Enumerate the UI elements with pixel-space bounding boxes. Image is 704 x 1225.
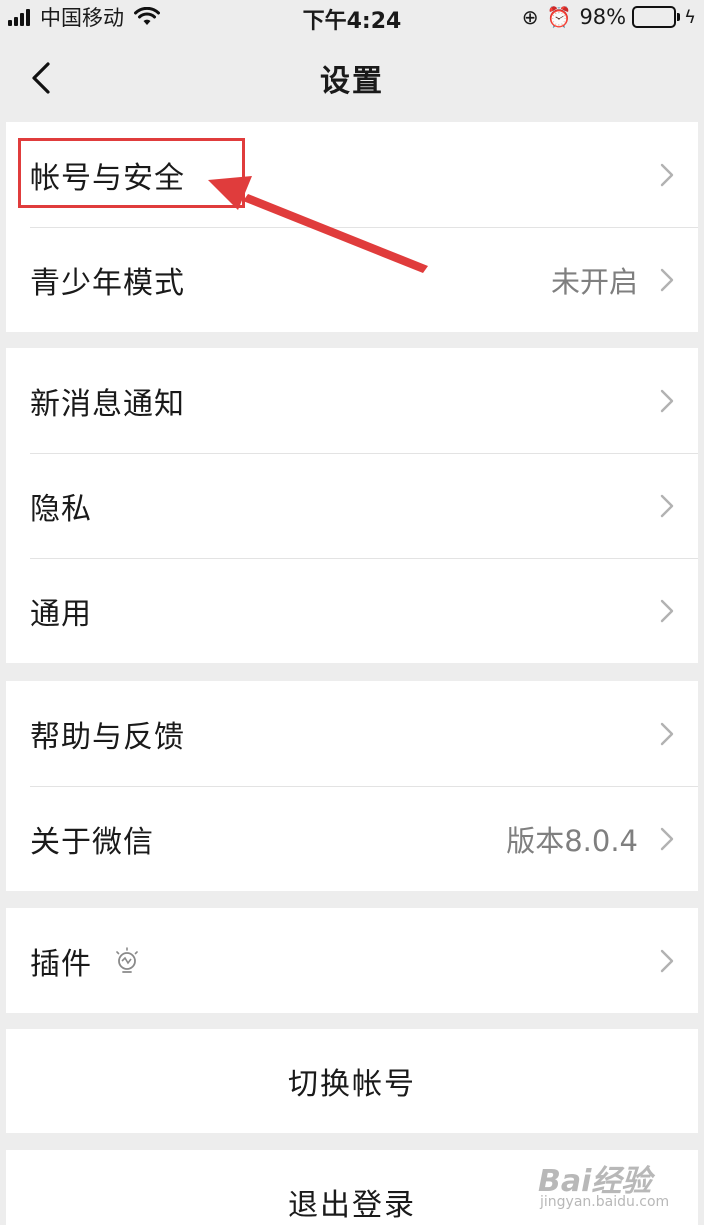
chevron-right-icon: [660, 827, 674, 850]
lightbulb-icon: [116, 946, 138, 973]
battery-icon: [632, 6, 681, 28]
chevron-right-icon: [660, 949, 674, 972]
charging-bolt-icon: ϟ: [684, 6, 696, 28]
switch-account-button[interactable]: 切换帐号: [6, 1029, 698, 1133]
annotation-highlight-box: [18, 138, 245, 208]
switch-account-group: 切换帐号: [6, 1029, 698, 1133]
nav-bar: 设置: [0, 36, 704, 120]
settings-screen: 中国移动 下午4:24 ⊕ ⏰ 98% ϟ 设置 帐号与安全 青少年模式 未开启…: [0, 0, 704, 1225]
settings-item-notifications[interactable]: 新消息通知: [6, 348, 698, 453]
status-right: ⊕ ⏰ 98% ϟ: [522, 3, 696, 31]
settings-group-plugins: 插件: [6, 908, 698, 1013]
chevron-right-icon: [660, 268, 674, 291]
settings-item-about-wechat[interactable]: 关于微信 版本8.0.4: [6, 786, 698, 891]
watermark-url: jingyan.baidu.com: [540, 1194, 670, 1210]
battery-percent: 98%: [579, 5, 627, 29]
chevron-right-icon: [660, 599, 674, 622]
chevron-right-icon: [660, 494, 674, 517]
settings-item-general[interactable]: 通用: [6, 558, 698, 663]
settings-item-label: 通用: [30, 596, 92, 632]
settings-item-label: 新消息通知: [30, 386, 185, 422]
alarm-icon: ⏰: [546, 5, 572, 29]
settings-item-label: 帮助与反馈: [30, 719, 185, 755]
rotation-lock-icon: ⊕: [521, 5, 539, 29]
chevron-right-icon: [660, 722, 674, 745]
settings-item-label: 隐私: [30, 491, 92, 527]
settings-item-help-feedback[interactable]: 帮助与反馈: [6, 681, 698, 786]
settings-item-label: 插件: [30, 946, 92, 982]
settings-item-label: 关于微信: [30, 824, 154, 860]
settings-item-label: 青少年模式: [30, 265, 185, 301]
settings-item-teen-mode[interactable]: 青少年模式 未开启: [6, 227, 698, 332]
settings-group-about: 帮助与反馈 关于微信 版本8.0.4: [6, 681, 698, 891]
logout-label: 退出登录: [288, 1188, 416, 1223]
page-title: 设置: [320, 64, 384, 99]
status-bar: 中国移动 下午4:24 ⊕ ⏰ 98% ϟ: [0, 0, 704, 36]
settings-item-value: 未开启: [550, 264, 638, 299]
chevron-right-icon: [660, 389, 674, 412]
switch-account-label: 切换帐号: [288, 1067, 416, 1102]
settings-item-value: 版本8.0.4: [506, 823, 638, 858]
watermark: Bai经验 jingyan.baidu.com: [538, 1150, 698, 1220]
chevron-right-icon: [660, 163, 674, 186]
settings-group-general: 新消息通知 隐私 通用: [6, 348, 698, 663]
settings-item-privacy[interactable]: 隐私: [6, 453, 698, 558]
settings-item-plugins[interactable]: 插件: [6, 908, 698, 1013]
